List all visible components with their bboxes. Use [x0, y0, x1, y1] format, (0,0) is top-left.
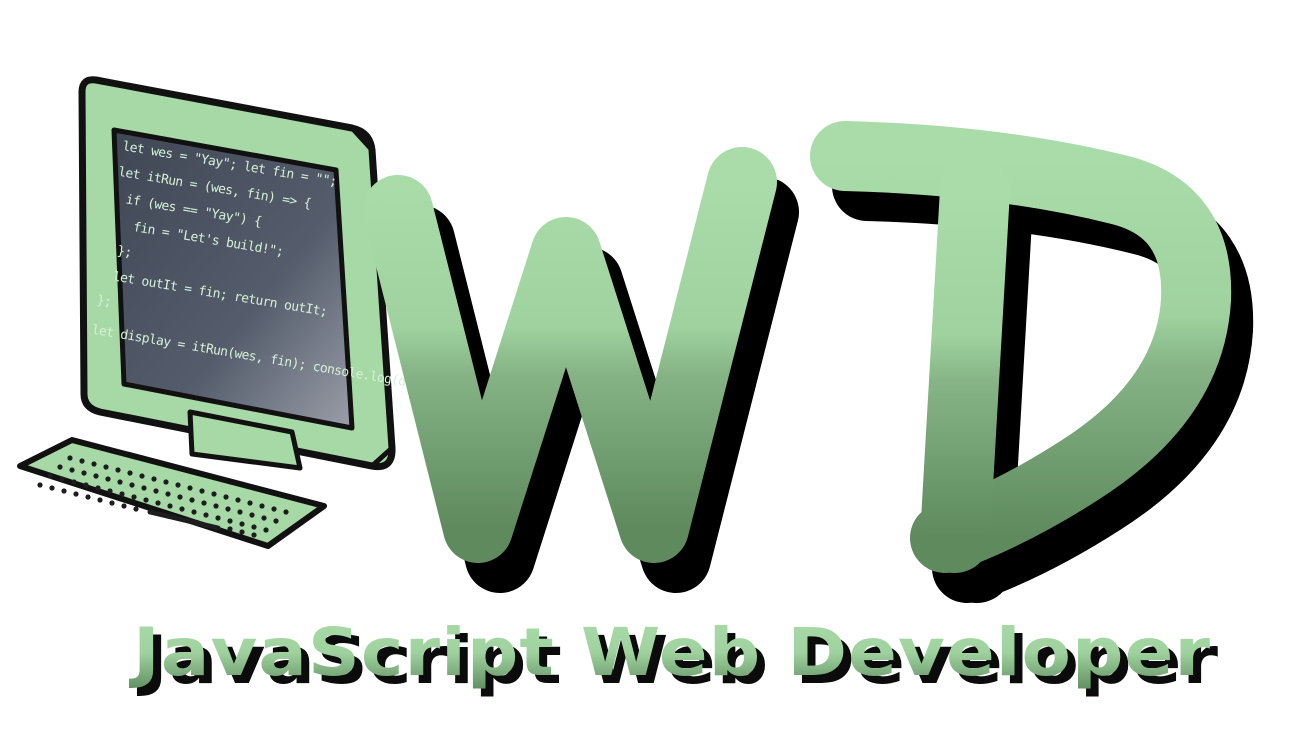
tagline-group: JavaScript Web Developer JavaScript Web …: [129, 614, 1218, 699]
javascript-web-developer-logo: let wes = "Yay"; let fin = ""; let itRun…: [0, 0, 1254, 699]
code-line: };: [96, 293, 113, 310]
tagline: JavaScript Web Developer: [129, 614, 1211, 691]
monogram-text: WD: [0, 0, 2, 1]
letter-d-stem: [920, 155, 1010, 573]
code-line: };: [116, 244, 133, 261]
